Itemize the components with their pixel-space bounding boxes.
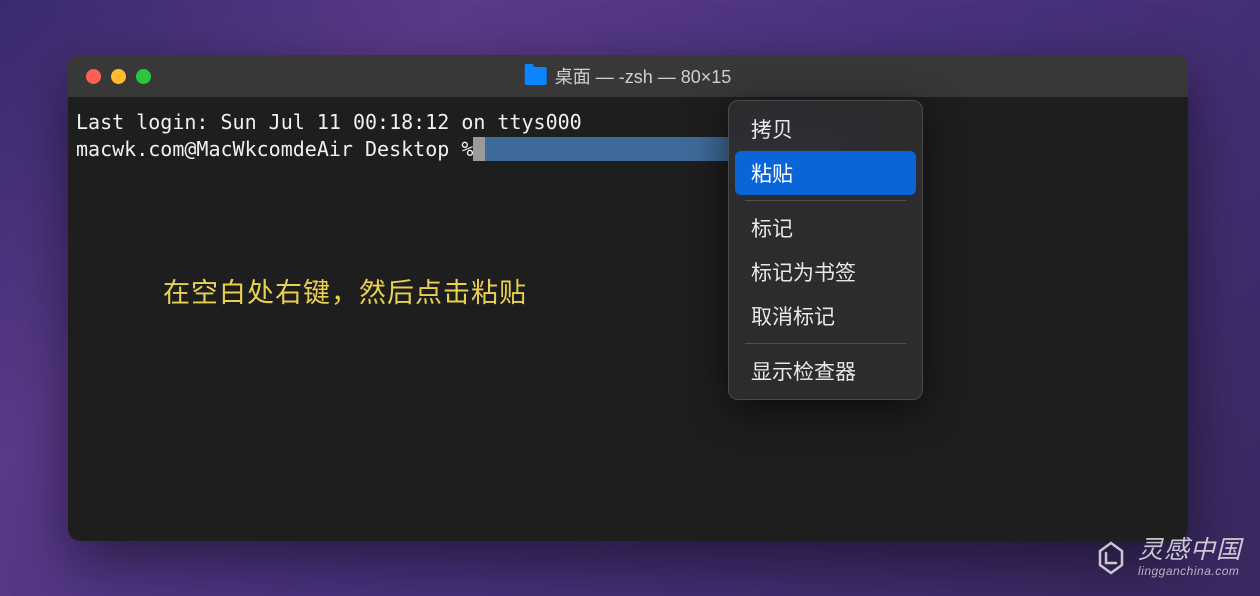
menu-item-mark[interactable]: 标记 [735,206,916,250]
terminal-body[interactable]: Last login: Sun Jul 11 00:18:12 on ttys0… [68,97,1188,541]
prompt-line: macwk.com@MacWkcomdeAir Desktop % [76,136,1180,163]
instruction-annotation: 在空白处右键，然后点击粘贴 [163,275,527,311]
title-bar: 桌面 — -zsh — 80×15 [68,55,1188,97]
watermark-main-text: 灵感中国 [1138,537,1242,565]
folder-icon [525,67,547,85]
window-title: 桌面 — -zsh — 80×15 [525,63,732,89]
title-text: 桌面 — -zsh — 80×15 [555,63,732,89]
maximize-button[interactable] [136,69,151,84]
menu-item-unmark[interactable]: 取消标记 [735,294,916,338]
last-login-line: Last login: Sun Jul 11 00:18:12 on ttys0… [76,109,1180,136]
watermark-logo-icon [1092,539,1130,577]
window-controls [86,69,151,84]
cursor [473,137,485,161]
prompt-text: macwk.com@MacWkcomdeAir Desktop % [76,136,473,163]
terminal-window: 桌面 — -zsh — 80×15 Last login: Sun Jul 11… [68,55,1188,541]
watermark-sub-text: lingganchina.com [1138,565,1242,578]
menu-item-inspector[interactable]: 显示检查器 [735,349,916,393]
menu-item-paste[interactable]: 粘贴 [735,151,916,195]
menu-item-copy[interactable]: 拷贝 [735,107,916,151]
minimize-button[interactable] [111,69,126,84]
menu-item-bookmark[interactable]: 标记为书签 [735,250,916,294]
watermark-text: 灵感中国 lingganchina.com [1138,537,1242,578]
context-menu: 拷贝 粘贴 标记 标记为书签 取消标记 显示检查器 [728,100,923,400]
menu-separator [745,343,906,344]
close-button[interactable] [86,69,101,84]
watermark: 灵感中国 lingganchina.com [1092,537,1242,578]
menu-separator [745,200,906,201]
